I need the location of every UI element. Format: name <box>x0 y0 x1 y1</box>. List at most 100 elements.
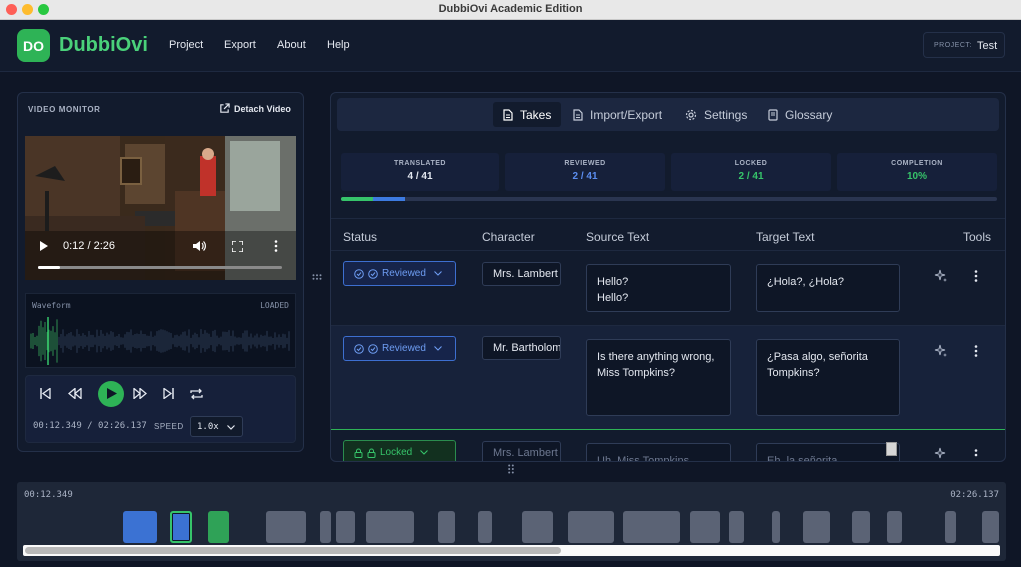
lock-icon <box>367 448 376 458</box>
loop-icon[interactable] <box>190 388 203 400</box>
take-clip[interactable] <box>266 511 306 543</box>
header-status: Status <box>343 230 378 244</box>
character-input[interactable]: Mrs. Lambert <box>482 262 561 286</box>
status-select-reviewed[interactable]: Reviewed <box>343 261 456 286</box>
more-options-icon[interactable] <box>974 270 978 282</box>
document-icon <box>503 108 513 121</box>
play-icon <box>107 388 117 399</box>
app-header: DO DubbiOvi Project Export About Help PR… <box>0 20 1021 72</box>
play-icon[interactable] <box>39 241 49 251</box>
take-clip[interactable] <box>320 511 331 543</box>
take-clip[interactable] <box>803 511 830 543</box>
book-icon <box>768 108 778 121</box>
skip-forward-icon[interactable] <box>163 388 174 399</box>
take-clip[interactable] <box>336 511 355 543</box>
tab-settings[interactable]: Settings <box>675 102 757 127</box>
header-tools: Tools <box>963 230 992 244</box>
timecode-readout: 00:12.349 / 02:26.137 <box>33 421 147 431</box>
tab-takes[interactable]: Takes <box>493 102 562 127</box>
detach-video-button[interactable]: Detach Video <box>219 103 291 114</box>
tab-glossary[interactable]: Glossary <box>758 102 842 127</box>
header-character: Character <box>482 230 535 244</box>
take-clip[interactable] <box>438 511 455 543</box>
vertical-splitter-handle[interactable] <box>312 274 322 280</box>
character-input[interactable]: Mrs. Lambert <box>482 441 561 461</box>
skip-back-icon[interactable] <box>40 388 51 399</box>
speed-label: SPEED <box>154 422 184 431</box>
take-clip[interactable] <box>623 511 680 543</box>
player-time: 0:12 / 2:26 <box>63 240 115 252</box>
check-circle-icon <box>354 343 364 354</box>
target-text-field[interactable]: ¿Hola?, ¿Hola? <box>756 264 900 312</box>
more-options-icon[interactable] <box>974 345 978 357</box>
character-input[interactable]: Mr. Bartholomew <box>482 336 561 360</box>
take-clip[interactable] <box>982 511 999 543</box>
timeline-scrollbar[interactable] <box>23 545 1000 556</box>
video-monitor-title: VIDEO MONITOR <box>28 105 101 114</box>
table-row: Reviewed Mr. Bartholomew Is there anythi… <box>331 326 1005 430</box>
fullscreen-icon[interactable] <box>232 241 243 252</box>
more-options-icon[interactable] <box>274 240 278 252</box>
source-text-field[interactable]: Uh, Miss Tompkins <box>586 443 731 461</box>
sparkle-icon[interactable] <box>934 344 948 358</box>
timeline-scrollbar-thumb[interactable] <box>25 547 561 554</box>
app-logo: DO <box>17 29 50 62</box>
source-text-field[interactable]: Hello? Hello? <box>586 264 731 312</box>
fast-forward-icon[interactable] <box>133 388 147 399</box>
menu-export[interactable]: Export <box>224 39 256 51</box>
status-label: Locked <box>380 447 413 458</box>
stat-reviewed-value: 2 / 41 <box>572 171 598 182</box>
take-clip[interactable] <box>366 511 414 543</box>
target-text-field[interactable]: ¿Pasa algo, señorita Tompkins? <box>756 339 900 416</box>
play-button[interactable] <box>98 381 124 407</box>
take-clip-reviewed-selected[interactable] <box>170 511 192 543</box>
chevron-down-icon <box>227 425 235 430</box>
take-clip[interactable] <box>478 511 492 543</box>
menu-help[interactable]: Help <box>327 39 350 51</box>
header-target-text: Target Text <box>756 230 815 244</box>
speed-select[interactable]: 1.0x <box>190 416 243 437</box>
status-select-reviewed[interactable]: Reviewed <box>343 336 456 361</box>
project-indicator: PROJECT: Test <box>923 32 1005 58</box>
sparkle-icon[interactable] <box>934 269 948 283</box>
video-frame-image <box>25 136 296 280</box>
stat-reviewed: REVIEWED 2 / 41 <box>505 153 665 191</box>
text-cursor-marker <box>886 442 897 456</box>
take-clip[interactable] <box>690 511 720 543</box>
waveform-label: Waveform <box>32 301 71 310</box>
tab-import-export[interactable]: Import/Export <box>563 102 672 127</box>
player-seek-bar[interactable] <box>38 266 282 269</box>
tab-takes-label: Takes <box>520 107 552 122</box>
target-text-field[interactable]: Eh, la señorita <box>756 443 900 461</box>
waveform-panel[interactable]: Waveform LOADED <box>25 293 296 368</box>
volume-icon[interactable] <box>192 240 206 252</box>
menu-about[interactable]: About <box>277 39 306 51</box>
take-clip[interactable] <box>568 511 614 543</box>
horizontal-splitter-handle[interactable] <box>508 464 514 474</box>
video-player[interactable]: 0:12 / 2:26 <box>25 136 296 280</box>
menu-project[interactable]: Project <box>169 39 203 51</box>
waveform-graph <box>30 317 290 365</box>
project-name: Test <box>977 40 998 52</box>
take-clip[interactable] <box>887 511 902 543</box>
more-options-icon[interactable] <box>974 449 978 461</box>
stat-translated-value: 4 / 41 <box>407 171 433 182</box>
sparkle-icon[interactable] <box>934 447 948 461</box>
status-select-locked[interactable]: Locked <box>343 440 456 461</box>
source-text-field[interactable]: Is there anything wrong, Miss Tompkins? <box>586 339 731 416</box>
stat-locked-value: 2 / 41 <box>738 171 764 182</box>
take-clip[interactable] <box>852 511 870 543</box>
take-clip[interactable] <box>729 511 744 543</box>
take-clip[interactable] <box>945 511 956 543</box>
take-clip[interactable] <box>522 511 553 543</box>
rewind-icon[interactable] <box>68 388 82 399</box>
progress-reviewed-segment <box>373 197 405 201</box>
stat-locked-label: LOCKED <box>734 160 768 167</box>
take-clip-locked[interactable] <box>208 511 229 543</box>
take-clip[interactable] <box>772 511 780 543</box>
timeline-start-time: 00:12.349 <box>24 490 73 500</box>
take-clip-reviewed[interactable] <box>123 511 157 543</box>
chevron-down-icon <box>434 271 442 276</box>
app-name: DubbiOvi <box>59 34 148 56</box>
stat-completion-value: 10% <box>906 171 927 182</box>
